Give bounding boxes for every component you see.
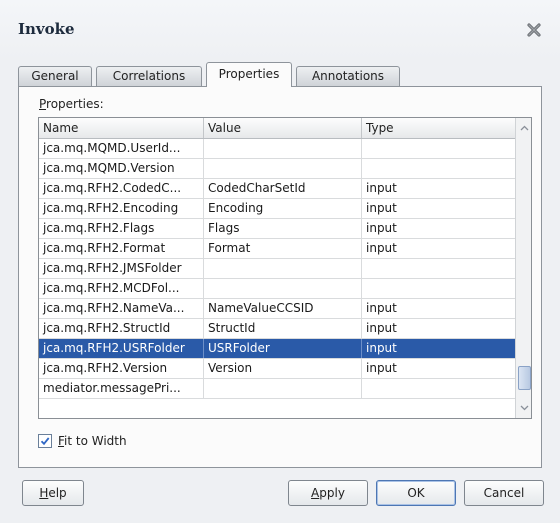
cell-value[interactable]: Version	[204, 359, 362, 378]
cell-name[interactable]: jca.mq.RFH2.Format	[39, 239, 204, 258]
properties-label: Properties:	[39, 97, 104, 111]
column-header-name[interactable]: Name	[39, 118, 204, 138]
table-row[interactable]: jca.mq.MQMD.UserId...	[39, 139, 515, 159]
cell-type[interactable]: input	[362, 199, 515, 218]
cell-name[interactable]: jca.mq.RFH2.Encoding	[39, 199, 204, 218]
tab-annotations[interactable]: Annotations	[296, 66, 400, 86]
cell-type[interactable]: input	[362, 179, 515, 198]
scroll-thumb[interactable]	[518, 366, 531, 390]
cell-type[interactable]: input	[362, 319, 515, 338]
table-row[interactable]: jca.mq.RFH2.JMSFolder	[39, 259, 515, 279]
tab-label: Properties	[218, 67, 280, 81]
cell-value[interactable]: Format	[204, 239, 362, 258]
dialog-title: Invoke	[18, 20, 75, 38]
table-row[interactable]: jca.mq.RFH2.CodedC... CodedCharSetId input	[39, 179, 515, 199]
cell-name[interactable]: jca.mq.RFH2.NameVa...	[39, 299, 204, 318]
scroll-up-arrow-icon[interactable]	[516, 120, 531, 136]
vertical-scrollbar[interactable]	[515, 118, 531, 418]
apply-button[interactable]: Apply	[288, 480, 368, 506]
cell-name[interactable]: jca.mq.MQMD.Version	[39, 159, 204, 178]
table-row[interactable]: jca.mq.RFH2.NameVa... NameValueCCSID input	[39, 299, 515, 319]
cell-name[interactable]: jca.mq.RFH2.Flags	[39, 219, 204, 238]
table-row[interactable]: jca.mq.RFH2.Format Format input	[39, 239, 515, 259]
cell-name[interactable]: mediator.messagePri...	[39, 379, 204, 398]
cell-value[interactable]: USRFolder	[204, 339, 362, 358]
scroll-down-arrow-icon[interactable]	[516, 400, 531, 416]
cell-type[interactable]	[362, 139, 515, 158]
properties-table: Name Value Type jca.mq.MQMD.UserId... jca…	[38, 117, 532, 419]
cell-type[interactable]: input	[362, 339, 515, 358]
table-row[interactable]: jca.mq.RFH2.Encoding Encoding input	[39, 199, 515, 219]
table-row[interactable]: jca.mq.RFH2.StructId StructId input	[39, 319, 515, 339]
column-header-type[interactable]: Type	[362, 118, 515, 138]
table-row[interactable]: jca.mq.RFH2.MCDFol...	[39, 279, 515, 299]
cell-name[interactable]: jca.mq.RFH2.MCDFol...	[39, 279, 204, 298]
tab-general[interactable]: General	[18, 66, 92, 86]
tab-correlations[interactable]: Correlations	[96, 66, 202, 86]
cell-type[interactable]	[362, 379, 515, 398]
fit-to-width-checkbox[interactable]: Fit to Width	[38, 433, 127, 449]
cell-value[interactable]	[204, 379, 362, 398]
fit-to-width-label: Fit to Width	[58, 434, 127, 448]
cell-type[interactable]	[362, 279, 515, 298]
table-row[interactable]: jca.mq.MQMD.Version	[39, 159, 515, 179]
tab-label: General	[31, 69, 79, 83]
check-icon	[40, 437, 50, 446]
cell-type[interactable]	[362, 159, 515, 178]
cell-name[interactable]: jca.mq.RFH2.USRFolder	[39, 339, 204, 358]
cell-value[interactable]: Flags	[204, 219, 362, 238]
checkbox-box[interactable]	[38, 434, 52, 448]
table-body: jca.mq.MQMD.UserId... jca.mq.MQMD.Version…	[39, 139, 515, 399]
cell-type[interactable]: input	[362, 359, 515, 378]
title-bar: Invoke	[0, 0, 560, 60]
table-header: Name Value Type	[39, 118, 515, 139]
cell-type[interactable]	[362, 259, 515, 278]
cell-value[interactable]: Encoding	[204, 199, 362, 218]
close-icon[interactable]	[522, 18, 546, 42]
cell-value[interactable]: CodedCharSetId	[204, 179, 362, 198]
cell-type[interactable]: input	[362, 299, 515, 318]
table-row[interactable]: jca.mq.RFH2.Version Version input	[39, 359, 515, 379]
cell-value[interactable]: NameValueCCSID	[204, 299, 362, 318]
cell-name[interactable]: jca.mq.RFH2.StructId	[39, 319, 204, 338]
cell-type[interactable]: input	[362, 219, 515, 238]
tab-label: Annotations	[311, 69, 385, 83]
properties-panel: Properties: Name Value Type jca.mq.MQMD.…	[18, 86, 542, 468]
cell-name[interactable]: jca.mq.MQMD.UserId...	[39, 139, 204, 158]
cell-name[interactable]: jca.mq.RFH2.JMSFolder	[39, 259, 204, 278]
cell-name[interactable]: jca.mq.RFH2.Version	[39, 359, 204, 378]
tab-properties[interactable]: Properties	[206, 62, 292, 87]
cell-value[interactable]	[204, 159, 362, 178]
column-header-value[interactable]: Value	[204, 118, 362, 138]
cell-name[interactable]: jca.mq.RFH2.CodedC...	[39, 179, 204, 198]
help-button[interactable]: Help	[22, 480, 84, 506]
ok-button[interactable]: OK	[376, 480, 456, 506]
cancel-button[interactable]: Cancel	[464, 480, 544, 506]
invoke-dialog: Invoke General Correlations Properties A…	[0, 0, 560, 523]
cell-value[interactable]	[204, 139, 362, 158]
tab-label: Correlations	[112, 69, 186, 83]
table-row[interactable]: jca.mq.RFH2.USRFolder USRFolder input	[39, 339, 515, 359]
cell-type[interactable]: input	[362, 239, 515, 258]
cell-value[interactable]	[204, 259, 362, 278]
table-row[interactable]: jca.mq.RFH2.Flags Flags input	[39, 219, 515, 239]
cell-value[interactable]	[204, 279, 362, 298]
table-row[interactable]: mediator.messagePri...	[39, 379, 515, 399]
cell-value[interactable]: StructId	[204, 319, 362, 338]
